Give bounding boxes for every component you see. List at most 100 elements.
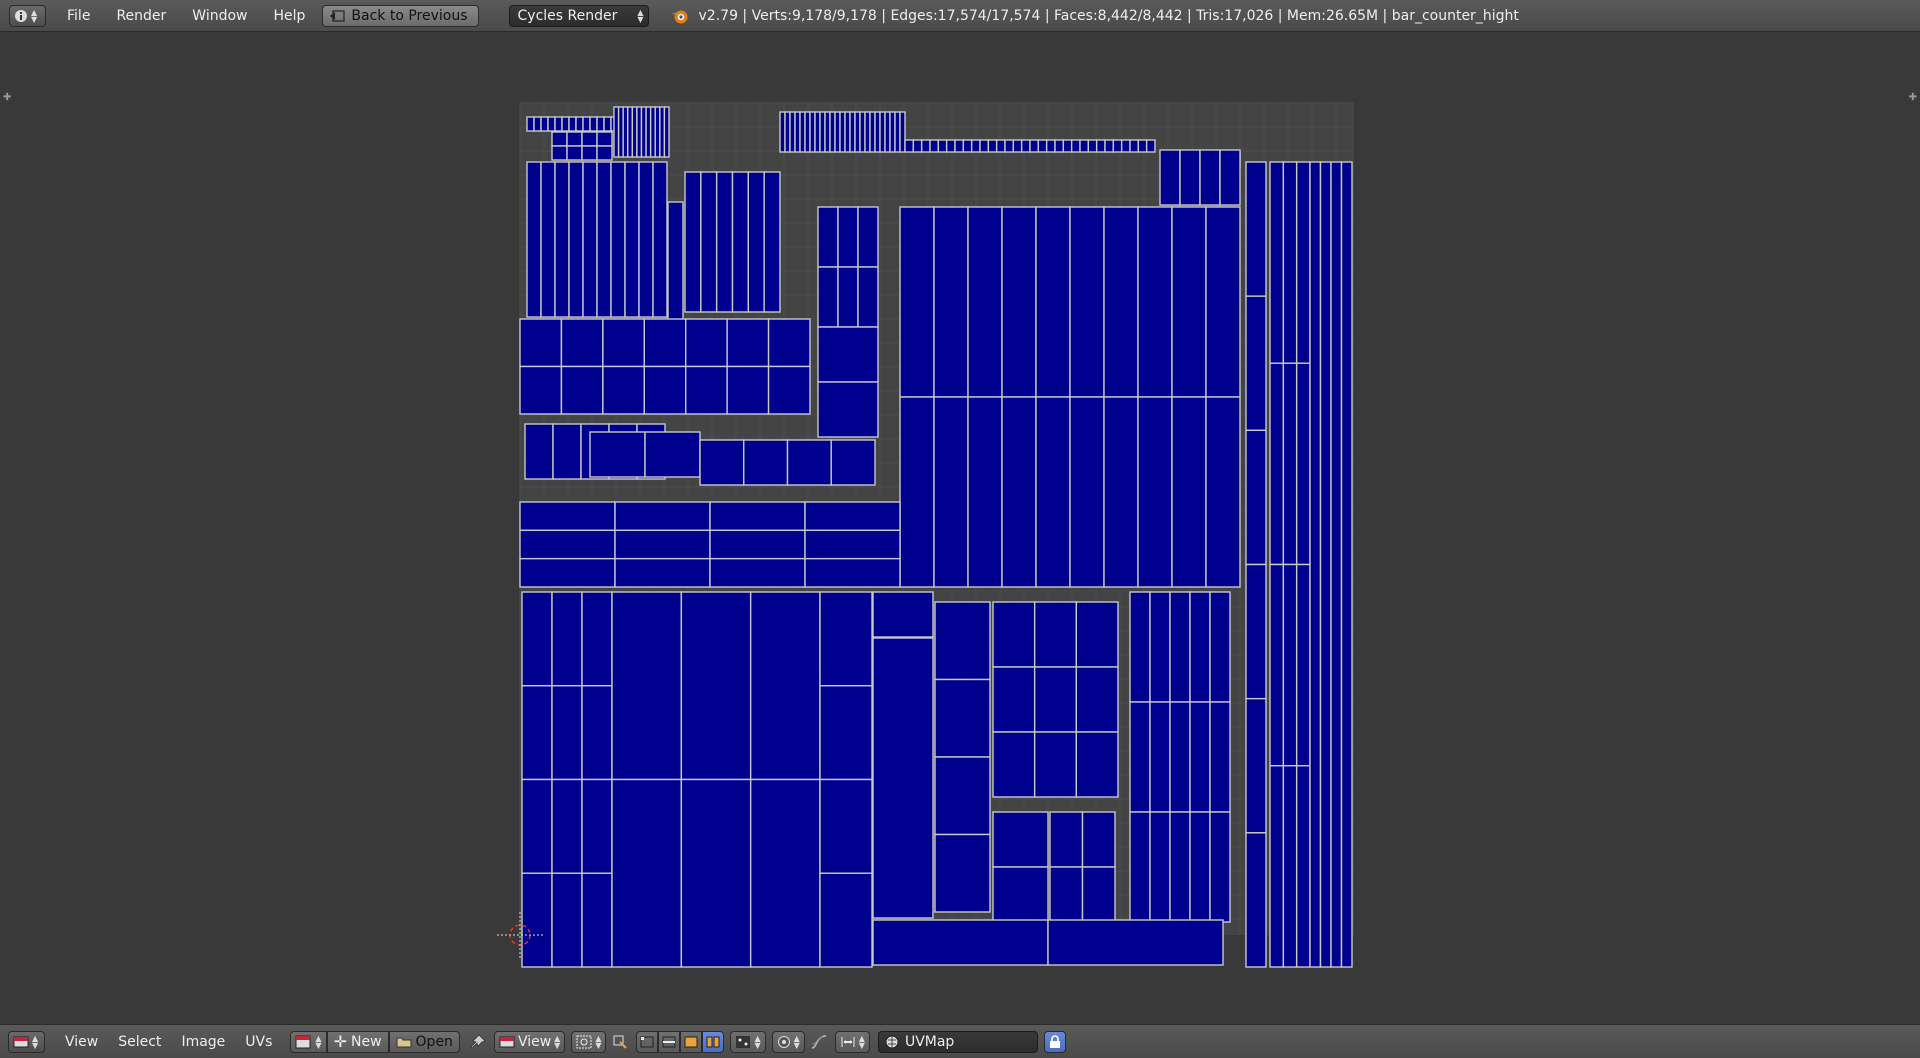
uv-face (1129, 701, 1151, 813)
sync-selection-button[interactable] (610, 1031, 630, 1053)
uv-face (804, 529, 901, 560)
uv-face (1069, 396, 1105, 588)
uv-face (1282, 563, 1298, 767)
uv-face (1049, 811, 1084, 868)
vertex-select-mode[interactable] (636, 1030, 659, 1053)
uv-face (817, 206, 839, 268)
uv-face (1189, 811, 1211, 923)
view-mode-select[interactable]: View ▲ ▼ (493, 1030, 566, 1053)
uv-face (1081, 866, 1116, 923)
uv-face (1033, 601, 1078, 668)
uv-face (726, 318, 770, 368)
uv-face (857, 206, 879, 268)
menu-select[interactable]: Select (108, 1031, 171, 1053)
dropdown-arrows-icon: ▲ ▼ (32, 1033, 39, 1050)
uv-face (743, 439, 789, 486)
pivot-point-select[interactable]: ▲ ▼ (571, 1030, 607, 1053)
uv-editor-canvas[interactable]: ✚ ✚ (0, 32, 1920, 1024)
uv-face (1037, 139, 1048, 153)
sticky-selection-select[interactable]: ▲ ▼ (730, 1030, 766, 1053)
uv-face (817, 266, 839, 328)
uv-face (799, 111, 806, 153)
uv-face (554, 161, 570, 318)
sticky-arrows-icon: ▲ ▼ (754, 1033, 761, 1050)
uv-face (829, 111, 836, 153)
back-to-previous-button[interactable]: Back to Previous (322, 4, 479, 27)
uv-editor-menu: View Select Image UVs (55, 1031, 282, 1053)
uv-face (1020, 139, 1031, 153)
uv-face (1145, 139, 1156, 153)
island-select-mode[interactable] (702, 1030, 725, 1053)
uv-face (967, 206, 1003, 398)
face-select-mode[interactable] (680, 1030, 703, 1053)
uv-face (554, 116, 563, 132)
uv-face (568, 161, 584, 318)
uv-face (1035, 396, 1071, 588)
uv-face (610, 161, 626, 318)
uv-face (819, 591, 873, 687)
menu-window[interactable]: Window (179, 5, 260, 27)
region-expand-right-icon[interactable]: ✚ (1909, 92, 1917, 103)
uv-face (945, 139, 956, 153)
uv-face (521, 872, 553, 968)
uv-face (1245, 429, 1267, 566)
uv-face (749, 591, 821, 781)
pin-image-button[interactable] (468, 1031, 488, 1053)
lock-view-button[interactable] (1043, 1030, 1066, 1053)
uv-face (643, 365, 687, 415)
uv-face (1340, 161, 1353, 968)
region-expand-left-icon[interactable]: ✚ (3, 92, 11, 103)
uv-face (970, 139, 981, 153)
edge-select-mode[interactable] (658, 1030, 681, 1053)
uv-face (1269, 161, 1285, 364)
uv-face (581, 591, 613, 687)
snap-element-select[interactable]: ▲ ▼ (834, 1030, 870, 1053)
uv-layout[interactable] (0, 32, 1920, 1024)
menu-help[interactable]: Help (260, 5, 318, 27)
stats-text: v2.79 | Verts:9,178/9,178 | Edges:17,574… (698, 7, 1519, 24)
uv-face (551, 131, 568, 147)
uv-face (667, 201, 684, 323)
new-image-button[interactable]: ✛ New (326, 1030, 389, 1053)
menu-uvs[interactable]: UVs (235, 1031, 282, 1053)
uv-face (1245, 295, 1267, 432)
uv-face (726, 365, 770, 415)
image-datablock: ▲ ▼ ✛ New Open (290, 1030, 460, 1053)
uv-face (1129, 811, 1151, 923)
menu-view[interactable]: View (55, 1031, 108, 1053)
uv-map-select[interactable]: UVMap (877, 1030, 1038, 1053)
uv-image-editor-icon (13, 1036, 29, 1047)
image-browse-button[interactable]: ▲ ▼ (290, 1030, 327, 1053)
uv-face (937, 139, 948, 153)
menu-file[interactable]: File (54, 5, 103, 27)
uv-face (1069, 206, 1105, 398)
sync-selection-icon (613, 1035, 628, 1049)
uv-face (954, 139, 965, 153)
uv-face (1309, 161, 1322, 968)
uv-map-value: UVMap (904, 1033, 955, 1050)
back-to-previous-label: Back to Previous (351, 7, 468, 24)
uv-face (934, 601, 991, 681)
lock-icon (1049, 1034, 1060, 1048)
editor-type-selector-bottom[interactable]: ▲ ▼ (8, 1030, 45, 1053)
uv-face (879, 111, 886, 153)
uv-face (904, 139, 915, 153)
uv-face (596, 116, 605, 132)
view-mode-icon (499, 1036, 515, 1047)
open-image-button[interactable]: Open (388, 1030, 460, 1053)
uv-face (589, 431, 646, 478)
editor-type-selector[interactable]: ▲ ▼ (9, 4, 46, 27)
menu-render[interactable]: Render (103, 5, 179, 27)
uv-face (804, 111, 811, 153)
uv-face (1295, 765, 1311, 968)
uv-face (1219, 149, 1241, 206)
falloff-button[interactable] (809, 1031, 829, 1053)
uv-face (1209, 811, 1231, 923)
uv-face (987, 139, 998, 153)
render-engine-select[interactable]: Cycles Render ▲ ▼ (508, 4, 649, 27)
back-arrow-icon (330, 9, 346, 22)
uv-face (638, 161, 654, 318)
proportional-edit-select[interactable]: ▲ ▼ (771, 1030, 805, 1053)
menu-image[interactable]: Image (171, 1031, 235, 1053)
uv-face (1149, 811, 1171, 923)
